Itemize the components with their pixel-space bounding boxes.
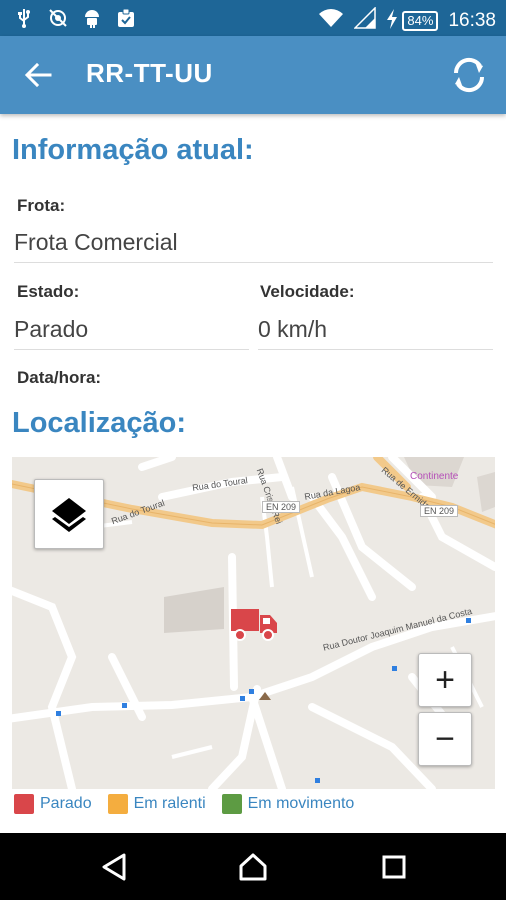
speed-value: 0 km/h [258,316,493,350]
home-icon [239,853,267,881]
legend-label-parado: Parado [40,795,92,812]
status-legend: Parado Em ralenti Em movimento [14,794,354,814]
speed-label: Velocidade: [260,282,355,301]
legend-item-em-ralenti: Em ralenti [107,794,206,814]
nav-recents-button[interactable] [374,847,414,887]
zoom-in-button[interactable]: + [418,653,472,707]
back-button[interactable] [22,58,56,92]
refresh-icon [453,57,485,93]
vehicle-marker[interactable] [230,607,278,646]
datetime-label: Data/hora: [17,368,102,387]
state-value: Parado [14,316,249,350]
legend-item-parado: Parado [14,794,92,814]
truck-icon [231,609,277,641]
map-view[interactable]: Rua do Toural Rua do Toural Rua da Lagoa… [12,457,495,789]
zoom-out-button[interactable]: − [418,712,472,766]
signal-icon [353,6,377,34]
legend-label-em-movimento: Em movimento [247,795,355,812]
current-info-heading: Informação atual: [12,134,254,166]
nav-back-button[interactable] [94,847,134,887]
legend-swatch-em-movimento [221,794,242,814]
clock: 16:38 [448,9,496,31]
android-icon [82,8,102,28]
legend-item-em-movimento: Em movimento [221,794,355,814]
usb-icon [14,8,34,28]
legend-swatch-em-ralenti [107,794,128,814]
map-label-en209-1: EN 209 [262,501,301,513]
map-label-continente: Continente [410,471,459,482]
battery-percent: 84% [402,10,439,31]
navigation-bar [0,833,506,900]
triangle-back-icon [102,853,126,881]
status-bar: 84% 16:38 [0,0,506,36]
square-recents-icon [382,855,406,879]
map-layers-button[interactable] [34,479,104,549]
arrow-back-icon [24,62,52,88]
fleet-label: Frota: [17,196,66,215]
battery-indicator: 84% [386,9,439,32]
state-label: Estado: [17,282,80,301]
clipboard-icon [116,8,136,28]
app-bar: RR-TT-UU [0,36,506,114]
location-heading: Localização: [12,407,187,439]
legend-swatch-parado [14,794,34,814]
nav-home-button[interactable] [233,847,273,887]
layers-icon [52,498,86,532]
no-location-icon [48,8,68,28]
page-title: RR-TT-UU [86,58,213,88]
refresh-button[interactable] [448,54,490,96]
charging-icon [386,9,398,32]
map-label-en209-2: EN 209 [420,505,459,517]
fleet-value: Frota Comercial [14,229,493,263]
legend-label-em-ralenti: Em ralenti [133,795,206,812]
wifi-icon [318,7,344,34]
